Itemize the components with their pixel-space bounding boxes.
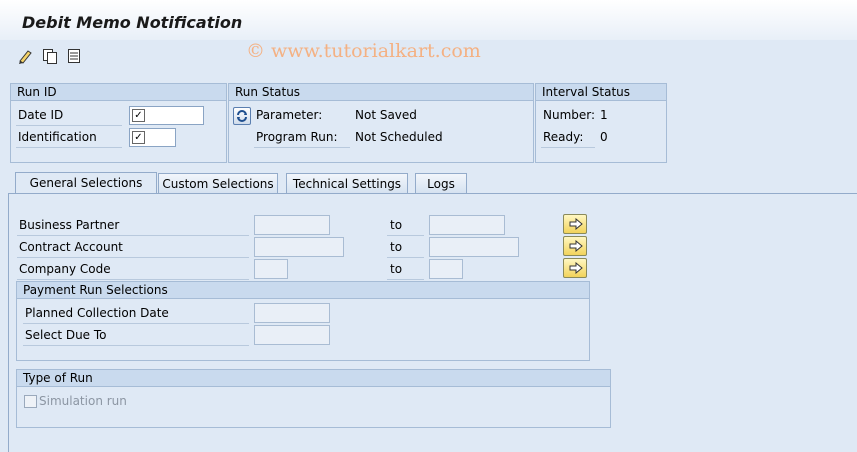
business-partner-to-field[interactable] — [429, 215, 505, 235]
planned-collection-date-field[interactable] — [254, 303, 330, 323]
program-run-value: Not Scheduled — [355, 130, 443, 144]
simulation-run-checkbox[interactable] — [24, 395, 37, 408]
date-id-underline — [16, 125, 122, 126]
to-label: to — [390, 262, 403, 276]
select-due-underline — [23, 345, 249, 346]
business-partner-underline — [17, 235, 249, 236]
multiple-selection-button[interactable] — [563, 236, 587, 256]
to-underline — [387, 279, 424, 280]
tab-logs[interactable]: Logs — [415, 173, 467, 194]
program-run-underline — [254, 147, 350, 148]
company-code-to-field[interactable] — [429, 259, 463, 279]
interval-status-header: Interval Status — [536, 84, 666, 101]
arrow-right-icon — [569, 240, 583, 252]
contract-account-label: Contract Account — [19, 240, 123, 254]
refresh-button[interactable] — [233, 107, 251, 125]
run-status-header: Run Status — [229, 84, 533, 101]
identification-underline — [16, 147, 122, 148]
program-run-label: Program Run: — [256, 130, 338, 144]
contract-account-to-field[interactable] — [429, 237, 519, 257]
to-label: to — [390, 240, 403, 254]
tab-technical-settings[interactable]: Technical Settings — [286, 173, 408, 194]
parameter-value: Not Saved — [355, 108, 417, 122]
payment-run-header: Payment Run Selections — [17, 282, 589, 299]
watermark-text: © www.tutorialkart.com — [246, 40, 481, 62]
required-check-icon: ✓ — [132, 109, 145, 122]
ready-value: 0 — [600, 130, 608, 144]
contract-account-from-field[interactable] — [254, 237, 344, 257]
page-title: Debit Memo Notification — [22, 13, 243, 32]
arrow-right-icon — [569, 262, 583, 274]
details-icon[interactable] — [66, 48, 82, 64]
run-status-group: Run Status — [228, 83, 534, 163]
tab-general-selections[interactable]: General Selections — [15, 172, 157, 194]
contract-account-underline — [17, 257, 249, 258]
refresh-icon — [237, 110, 247, 122]
select-due-to-field[interactable] — [254, 325, 330, 345]
identification-field[interactable]: ✓ — [129, 128, 176, 147]
multiple-selection-button[interactable] — [563, 214, 587, 234]
business-partner-label: Business Partner — [19, 218, 120, 232]
to-underline — [387, 257, 424, 258]
title-bar: Debit Memo Notification — [0, 0, 857, 41]
simulation-run-label: Simulation run — [39, 394, 127, 408]
required-check-icon: ✓ — [132, 131, 145, 144]
to-underline — [387, 235, 424, 236]
company-code-from-field[interactable] — [254, 259, 288, 279]
execute-icon[interactable] — [18, 48, 34, 64]
business-partner-from-field[interactable] — [254, 215, 330, 235]
company-code-underline — [17, 279, 249, 280]
date-id-label: Date ID — [18, 108, 64, 122]
ready-label: Ready: — [543, 130, 584, 144]
copy-icon[interactable] — [42, 48, 58, 64]
ready-underline — [541, 147, 595, 148]
identification-label: Identification — [18, 130, 97, 144]
to-label: to — [390, 218, 403, 232]
tab-custom-selections[interactable]: Custom Selections — [158, 173, 278, 194]
parameter-label: Parameter: — [256, 108, 323, 122]
date-id-field[interactable]: ✓ — [129, 106, 204, 125]
interval-status-group: Interval Status — [535, 83, 667, 163]
multiple-selection-button[interactable] — [563, 258, 587, 278]
company-code-label: Company Code — [19, 262, 111, 276]
planned-collection-underline — [23, 323, 249, 324]
run-id-header: Run ID — [11, 84, 226, 101]
arrow-right-icon — [569, 218, 583, 230]
number-label: Number: — [543, 108, 596, 122]
select-due-to-label: Select Due To — [25, 328, 107, 342]
number-value: 1 — [600, 108, 608, 122]
planned-collection-date-label: Planned Collection Date — [25, 306, 169, 320]
type-of-run-header: Type of Run — [17, 370, 610, 387]
